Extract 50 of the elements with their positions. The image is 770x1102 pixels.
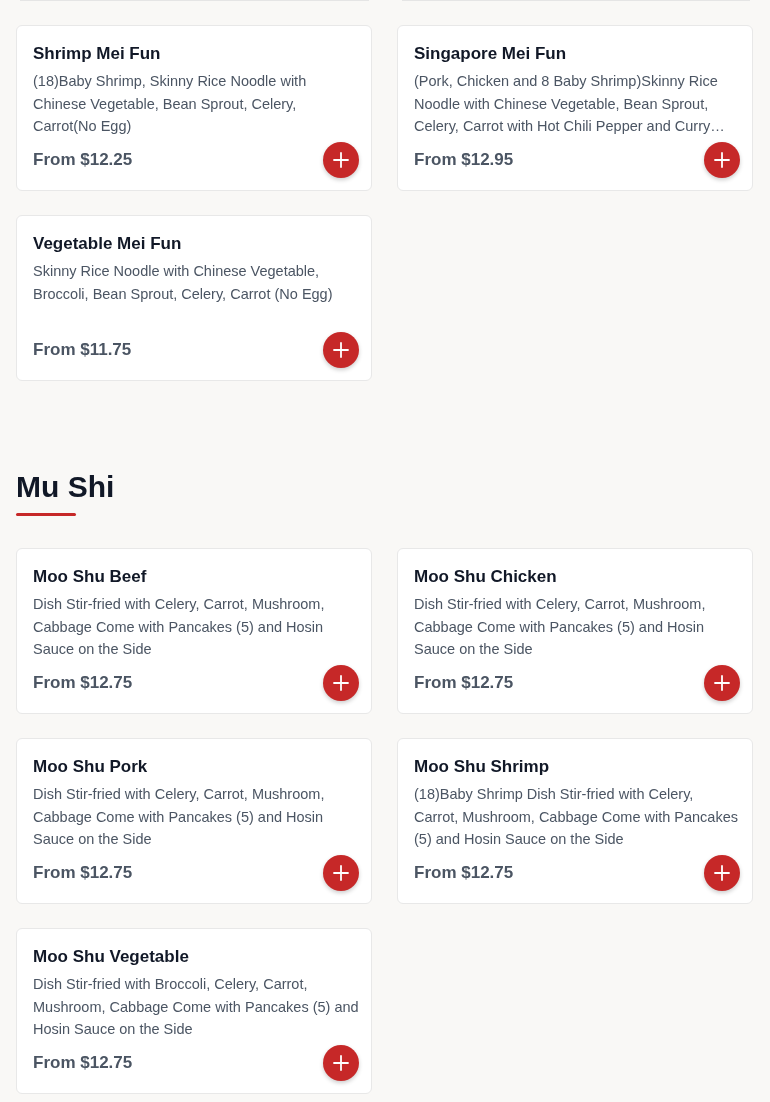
plus-icon <box>333 865 349 881</box>
plus-icon <box>714 152 730 168</box>
item-description: (Pork, Chicken and 8 Baby Shrimp)Skinny Rice Noodle with Chinese Vegetable, Bean Sprout, Celery, Carrot with Hot Chili Pepper and Curry… <box>414 72 726 136</box>
menu-item-card[interactable]: Vegetable Mei Fun Skinny Rice Noodle with Chinese Vegetable, Broccoli, Bean Sprout, Celery, Carrot (No Egg) From $11.75 <box>16 215 372 381</box>
section-title: Mu Shi <box>16 469 116 505</box>
item-name: Moo Shu Chicken <box>414 567 558 587</box>
item-description: Dish Stir-fried with Broccoli, Celery, Carrot, Mushroom, Cabbage Come with Pancakes (5) and Hosin Sauce on the Side <box>33 975 359 1039</box>
item-description: Skinny Rice Noodle with Chinese Vegetable, Broccoli, Bean Sprout, Celery, Carrot (No Egg) <box>33 262 334 304</box>
item-description: Dish Stir-fried with Celery, Carrot, Mushroom, Cabbage Come with Pancakes (5) and Hosin Sauce on the Side <box>33 595 326 659</box>
item-price: From $12.75 <box>33 673 133 693</box>
add-button[interactable] <box>323 665 359 701</box>
title-underline <box>16 513 76 516</box>
item-price: From $12.25 <box>33 150 133 170</box>
menu-item-card[interactable]: Singapore Mei Fun (Pork, Chicken and 8 Baby Shrimp)Skinny Rice Noodle with Chinese Vegetable, Bean Sprout, Celery, Carrot with Hot Chili Pepper and Curry… From $12.95 <box>397 25 753 191</box>
item-description: (18)Baby Shrimp Dish Stir-fried with Celery, Carrot, Mushroom, Cabbage Come with Pancakes (5) and Hosin Sauce on the Side <box>414 785 739 849</box>
plus-icon <box>333 1055 349 1071</box>
item-name: Moo Shu Vegetable <box>33 947 190 967</box>
item-description: Dish Stir-fried with Celery, Carrot, Mushroom, Cabbage Come with Pancakes (5) and Hosin Sauce on the Side <box>33 785 326 849</box>
add-button[interactable] <box>704 142 740 178</box>
item-price: From $12.95 <box>414 150 514 170</box>
item-name: Moo Shu Shrimp <box>414 757 551 777</box>
item-description: Dish Stir-fried with Celery, Carrot, Mushroom, Cabbage Come with Pancakes (5) and Hosin Sauce on the Side <box>414 595 707 659</box>
plus-icon <box>333 152 349 168</box>
menu-item-card[interactable]: Moo Shu Shrimp (18)Baby Shrimp Dish Stir-fried with Celery, Carrot, Mushroom, Cabbage Come with Pancakes (5) and Hosin Sauce on the Side From $12.75 <box>397 738 753 904</box>
plus-icon <box>333 342 349 358</box>
item-price: From $11.75 <box>33 340 132 360</box>
plus-icon <box>333 675 349 691</box>
item-name: Shrimp Mei Fun <box>33 44 162 64</box>
menu-item-card[interactable]: Moo Shu Vegetable Dish Stir-fried with Broccoli, Celery, Carrot, Mushroom, Cabbage Come with Pancakes (5) and Hosin Sauce on the Side From $12.75 <box>16 928 372 1094</box>
add-button[interactable] <box>704 665 740 701</box>
item-name: Singapore Mei Fun <box>414 44 568 64</box>
plus-icon <box>714 865 730 881</box>
item-price: From $12.75 <box>414 673 514 693</box>
item-price: From $12.75 <box>414 863 514 883</box>
item-description: (18)Baby Shrimp, Skinny Rice Noodle with Chinese Vegetable, Bean Sprout, Celery, Carrot(No Egg) <box>33 72 308 136</box>
menu-item-card[interactable]: Shrimp Mei Fun (18)Baby Shrimp, Skinny Rice Noodle with Chinese Vegetable, Bean Sprout, Celery, Carrot(No Egg) From $12.25 <box>16 25 372 191</box>
item-name: Vegetable Mei Fun <box>33 234 183 254</box>
plus-icon <box>714 675 730 691</box>
item-name: Moo Shu Beef <box>33 567 148 587</box>
add-button[interactable] <box>323 142 359 178</box>
item-price: From $12.75 <box>33 1053 133 1073</box>
add-button[interactable] <box>323 332 359 368</box>
add-button[interactable] <box>323 1045 359 1081</box>
item-price: From $12.75 <box>33 863 133 883</box>
menu-item-card[interactable]: Moo Shu Chicken Dish Stir-fried with Celery, Carrot, Mushroom, Cabbage Come with Pancakes (5) and Hosin Sauce on the Side From $12.75 <box>397 548 753 714</box>
menu-item-card[interactable]: Moo Shu Beef Dish Stir-fried with Celery, Carrot, Mushroom, Cabbage Come with Pancakes (5) and Hosin Sauce on the Side From $12.75 <box>16 548 372 714</box>
item-name: Moo Shu Pork <box>33 757 149 777</box>
add-button[interactable] <box>323 855 359 891</box>
menu-item-card[interactable]: Moo Shu Pork Dish Stir-fried with Celery, Carrot, Mushroom, Cabbage Come with Pancakes (5) and Hosin Sauce on the Side From $12.75 <box>16 738 372 904</box>
add-button[interactable] <box>704 855 740 891</box>
